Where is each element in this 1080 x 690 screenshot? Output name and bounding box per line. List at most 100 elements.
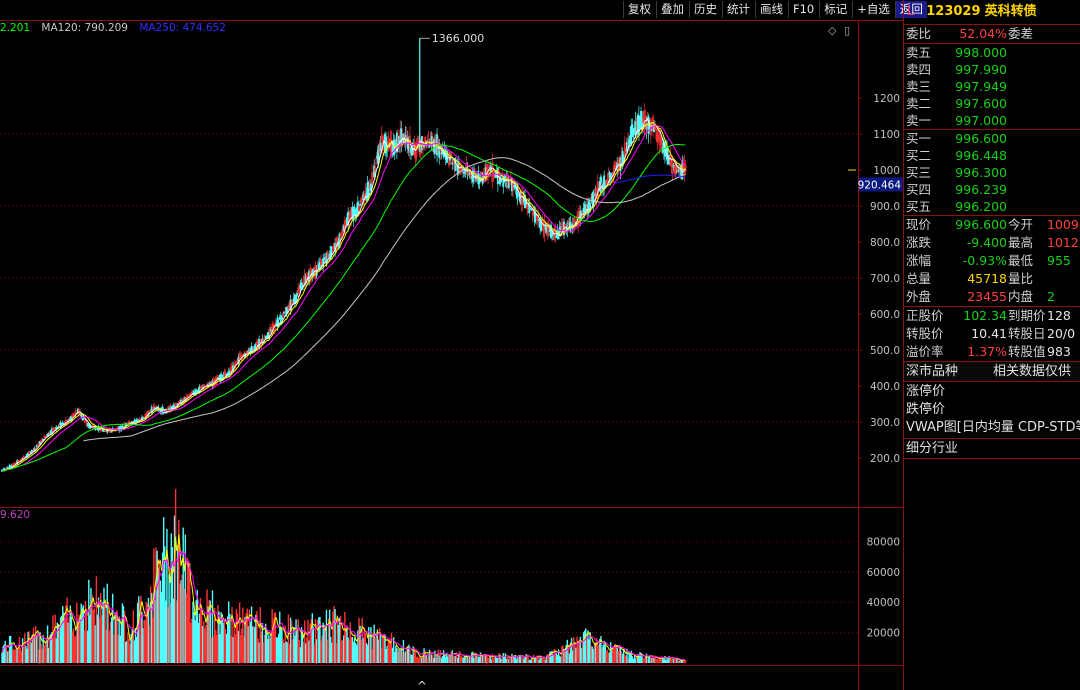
- window-icon[interactable]: ▯: [844, 24, 850, 37]
- stat-row-l2: 最低: [1008, 253, 1034, 268]
- sell-level: 卖三 997.949: [904, 78, 1080, 95]
- candle-body: [359, 204, 362, 206]
- limit-up-label: 涨停价: [906, 384, 946, 399]
- toolbar-button-3[interactable]: 统计: [722, 1, 754, 18]
- stat-row-l1: 涨跌: [906, 235, 932, 250]
- sell-level-label: 卖四: [906, 62, 932, 77]
- stat-row: 外盘 23455 内盘 2: [904, 288, 1080, 306]
- buy-level-label: 买五: [906, 199, 932, 214]
- diamond-icon[interactable]: ◇: [828, 24, 836, 37]
- order-ratio-row: 委比 52.04% 委差: [904, 25, 1080, 44]
- volume-legend: 9.620: [0, 509, 31, 521]
- volume-axis-label: 60000: [867, 567, 900, 579]
- ratio-label: 委比: [906, 26, 932, 41]
- volume-axis-label: 20000: [867, 628, 900, 640]
- toolbar-button-7[interactable]: +自选: [852, 1, 894, 18]
- ma250-label: MA250: 474.652: [139, 22, 226, 34]
- bond-name: 英科转债: [984, 4, 1037, 19]
- limit-down-row: 跌停价: [904, 401, 1080, 418]
- bond-row-l1: 溢价率: [906, 344, 944, 359]
- buy-level: 买五 996.200: [904, 198, 1080, 215]
- industry-row[interactable]: 细分行业: [904, 438, 1080, 459]
- buy-level-price: 996.200: [955, 199, 1007, 214]
- toolbar-button-0[interactable]: 复权: [623, 1, 655, 18]
- chart-toolbar: 复权 叠加 历史 统计 画线 F10 标记 +自选 返回: [622, 1, 927, 20]
- vwap-label[interactable]: VWAP图[日内均量 CDP-STD等: [906, 420, 1080, 435]
- sell-levels: 卖五 998.000 卖四 997.990 卖三 997.949 卖二 997.600 卖一 99…: [904, 44, 1080, 129]
- stat-rows: 现价 996.600 今开 1009 涨跌 -9.400 最高 1012 涨幅 -0.93% 最低 9…: [904, 216, 1080, 306]
- kline-chart[interactable]: 1200 1100 1000 900.0 800.0 700.0 600.0 500.0 400…: [0, 0, 903, 690]
- stat-row-v1: 996.600: [955, 217, 1007, 232]
- buy-level-label: 买四: [906, 182, 932, 197]
- stat-row-v1: -9.400: [966, 235, 1007, 250]
- bond-row-l1: 正股价: [906, 308, 944, 323]
- candle-body: [277, 321, 280, 324]
- candle-body: [323, 257, 326, 261]
- sell-level-price: 998.000: [955, 45, 1007, 60]
- candle-body: [428, 145, 431, 148]
- sell-level: 卖四 997.990: [904, 61, 1080, 78]
- volume-axis-label: 80000: [867, 536, 900, 548]
- stat-row-l1: 总量: [906, 271, 932, 286]
- stat-row: 现价 996.600 今开 1009: [904, 216, 1080, 234]
- price-axis-label: 1000: [873, 165, 900, 177]
- bond-row-v2: 983: [1047, 344, 1071, 359]
- toolbar-button-1[interactable]: 叠加: [656, 1, 688, 18]
- stat-row-l2: 今开: [1008, 217, 1034, 232]
- market-label[interactable]: 深市品种: [906, 364, 958, 379]
- price-axis-label: 1100: [873, 129, 900, 141]
- stat-row-l2: 内盘: [1008, 289, 1034, 304]
- sell-level: 卖二 997.600: [904, 95, 1080, 112]
- ma-legend: 2.201 MA120: 790.209 MA250: 474.652: [0, 22, 234, 34]
- stat-row-l2: 量比: [1008, 271, 1034, 286]
- candle-body: [82, 417, 85, 421]
- candle-body: [538, 219, 541, 221]
- buy-level: 买二 996.448: [904, 147, 1080, 164]
- stat-row-v2: 955: [1047, 253, 1071, 268]
- stat-row-v1: -0.93%: [962, 253, 1007, 268]
- toolbar-button-5[interactable]: F10: [788, 1, 818, 18]
- bond-row: 转股价 10.41 转股日 20/0: [904, 325, 1080, 343]
- industry-label[interactable]: 细分行业: [906, 441, 958, 456]
- ma20-line: [1, 125, 686, 472]
- sell-level-price: 997.600: [955, 96, 1007, 111]
- bond-row-v2: 20/0: [1047, 326, 1076, 341]
- stat-row-v2: 1012: [1047, 235, 1079, 250]
- limit-up-row: 涨停价: [904, 381, 1080, 401]
- market-flag: L: [907, 4, 915, 19]
- cursor-caret-icon: ^: [417, 679, 427, 690]
- sell-level-label: 卖二: [906, 96, 932, 111]
- sell-level-price: 997.000: [955, 113, 1007, 128]
- buy-level-price: 996.300: [955, 165, 1007, 180]
- toolbar-button-2[interactable]: 历史: [689, 1, 721, 18]
- buy-level-label: 买二: [906, 148, 932, 163]
- price-axis-label: 500.0: [870, 345, 900, 357]
- related-label: 相关数据仅供: [993, 364, 1072, 379]
- price-axis-label: 400.0: [870, 381, 900, 393]
- limit-down-label: 跌停价: [906, 402, 946, 417]
- toolbar-button-4[interactable]: 画线: [755, 1, 787, 18]
- price-axis-label: 800.0: [870, 237, 900, 249]
- stat-row-l1: 现价: [906, 217, 932, 232]
- sell-level-label: 卖三: [906, 79, 932, 94]
- buy-level-price: 996.600: [955, 131, 1007, 146]
- peak-label: 1366.000: [432, 32, 485, 45]
- stat-row: 总量 45718 量比: [904, 270, 1080, 288]
- buy-levels: 买一 996.600 买二 996.448 买三 996.300 买四 996.239 买五 99…: [904, 130, 1080, 215]
- price-axis-label: 300.0: [870, 417, 900, 429]
- bond-row-v1: 1.37%: [967, 344, 1007, 359]
- sell-level: 卖五 998.000: [904, 44, 1080, 61]
- market-band: 深市品种 相关数据仅供: [904, 361, 1080, 381]
- toolbar-button-6[interactable]: 标记: [819, 1, 851, 18]
- buy-level: 买三 996.300: [904, 164, 1080, 181]
- ma5-line: [1, 117, 686, 472]
- candle-body: [379, 142, 382, 151]
- candle-body: [530, 208, 533, 211]
- bond-row-l2: 转股值: [1008, 344, 1046, 359]
- panel-title: L 123029 英科转债: [904, 0, 1080, 25]
- buy-level-price: 996.239: [955, 182, 1007, 197]
- quote-panel: L 123029 英科转债 委比 52.04% 委差 卖五 998.000 卖四 997…: [903, 0, 1080, 690]
- chart-mini-icons[interactable]: ◇ ▯: [828, 24, 850, 37]
- vwap-row[interactable]: VWAP图[日内均量 CDP-STD等: [904, 418, 1080, 438]
- stat-row-v2: 2: [1047, 289, 1055, 304]
